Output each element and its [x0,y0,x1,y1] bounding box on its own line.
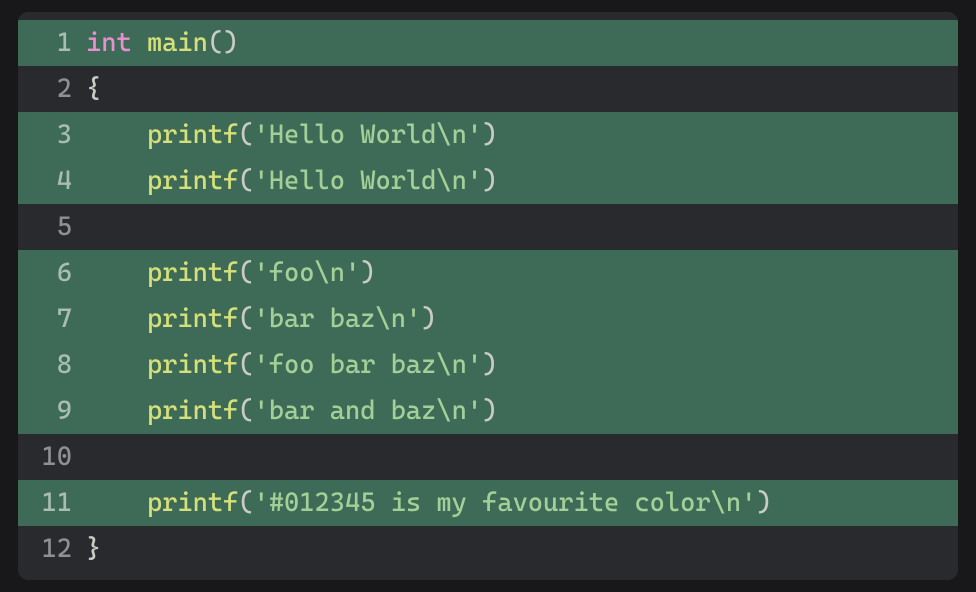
line-number: 12 [18,526,86,572]
token: ( [238,350,253,380]
line-number: 8 [18,342,86,388]
token [132,28,147,58]
code-content: { [86,66,958,112]
code-line: 10 [18,434,958,480]
token: printf [147,120,238,150]
code-content: printf('Hello World\n') [86,158,958,204]
indent [86,120,147,150]
token: ) [756,488,771,518]
token: ) [482,350,497,380]
code-line: 5 [18,204,958,250]
code-line: 6 printf('foo\n') [18,250,958,296]
code-line: 1int main() [18,20,958,66]
token: printf [147,166,238,196]
code-line: 4 printf('Hello World\n') [18,158,958,204]
token: printf [147,304,238,334]
token: main [147,28,208,58]
code-block: 1int main()2{3 printf('Hello World\n')4 … [18,12,958,580]
code-content: printf('#012345 is my favourite color\n'… [86,480,958,526]
code-content: printf('foo bar baz\n') [86,342,958,388]
token: 'Hello World\n' [254,120,483,150]
code-content: printf('bar baz\n') [86,296,958,342]
token: ( [238,488,253,518]
indent [86,304,147,334]
token: 'foo bar baz\n' [254,350,483,380]
token: ( [238,120,253,150]
token: printf [147,396,238,426]
indent [86,488,147,518]
code-content: printf('foo\n') [86,250,958,296]
token: { [86,74,101,104]
indent [86,350,147,380]
token: ) [421,304,436,334]
token: ( [238,258,253,288]
code-content: printf('Hello World\n') [86,112,958,158]
line-number: 7 [18,296,86,342]
indent [86,166,147,196]
token: ) [360,258,375,288]
token: 'bar and baz\n' [254,396,483,426]
token: 'bar baz\n' [254,304,422,334]
code-line: 2{ [18,66,958,112]
line-number: 11 [18,480,86,526]
code-content: } [86,526,958,572]
line-number: 5 [18,204,86,250]
token: printf [147,258,238,288]
code-line: 9 printf('bar and baz\n') [18,388,958,434]
token: 'foo\n' [254,258,361,288]
indent [86,396,147,426]
token: } [86,534,101,564]
code-line: 11 printf('#012345 is my favourite color… [18,480,958,526]
line-number: 6 [18,250,86,296]
code-content: printf('bar and baz\n') [86,388,958,434]
token: ) [482,396,497,426]
token: '#012345 is my favourite color\n' [254,488,757,518]
line-number: 3 [18,112,86,158]
token: printf [147,350,238,380]
token: ) [482,166,497,196]
token: 'Hello World\n' [254,166,483,196]
token: () [208,28,238,58]
line-number: 4 [18,158,86,204]
token: printf [147,488,238,518]
token: ( [238,304,253,334]
code-line: 8 printf('foo bar baz\n') [18,342,958,388]
code-content: int main() [86,20,958,66]
token: int [86,28,132,58]
token: ) [482,120,497,150]
line-number: 9 [18,388,86,434]
token: ( [238,166,253,196]
line-number: 2 [18,66,86,112]
code-line: 3 printf('Hello World\n') [18,112,958,158]
code-line: 12} [18,526,958,572]
indent [86,258,147,288]
token: ( [238,396,253,426]
line-number: 10 [18,434,86,480]
line-number: 1 [18,20,86,66]
code-line: 7 printf('bar baz\n') [18,296,958,342]
